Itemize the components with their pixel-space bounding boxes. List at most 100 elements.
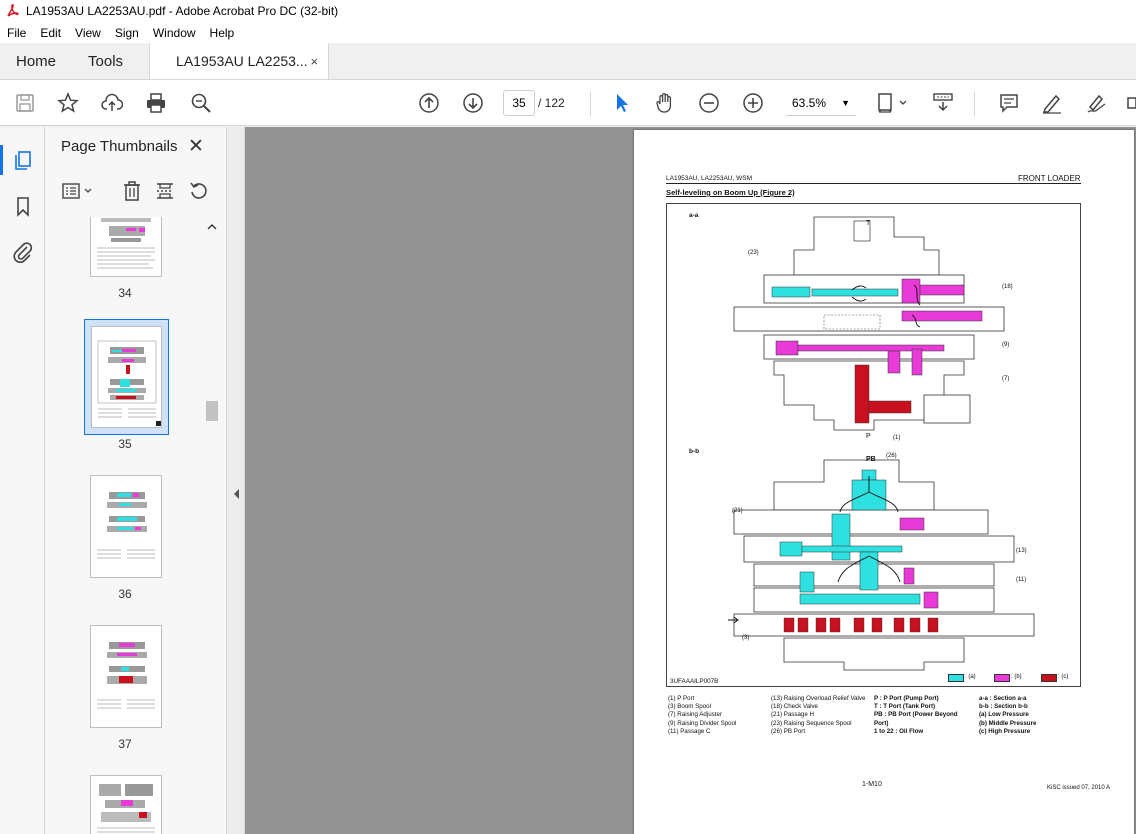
page-fit-icon[interactable]	[876, 92, 910, 114]
legend-item: T : T Port (Tank Port)	[874, 703, 936, 711]
callout-3: (3)	[742, 635, 750, 641]
zoom-search-icon[interactable]	[190, 92, 212, 114]
save-icon[interactable]	[14, 92, 36, 114]
legend-swatch-high	[1041, 674, 1057, 682]
sign-pen-icon[interactable]	[1085, 92, 1107, 114]
menu-sign[interactable]: Sign	[108, 26, 146, 40]
collapse-left-icon[interactable]	[232, 488, 240, 500]
upload-cloud-icon[interactable]	[101, 92, 123, 114]
thumbnail-scrollbar[interactable]	[205, 217, 219, 834]
legend-key-c: : (c)	[1058, 674, 1069, 680]
menu-file[interactable]: File	[0, 26, 33, 40]
title-bar: LA1953AU LA2253AU.pdf - Adobe Acrobat Pr…	[0, 0, 1136, 22]
tab-document-label: LA1953AU LA2253...	[176, 53, 308, 69]
page-thumbnails-icon[interactable]	[12, 149, 34, 171]
highlight-pen-icon[interactable]	[1041, 92, 1063, 114]
legend-swatch-middle	[994, 674, 1010, 682]
toolbar-separator	[590, 92, 591, 116]
legend-item: (c) High Pressure	[979, 727, 1031, 735]
section-bb-label: b-b	[689, 448, 700, 455]
page-total: / 122	[538, 96, 565, 110]
callout-9: (9)	[1002, 342, 1010, 348]
thumbnail-label: 36	[118, 587, 132, 601]
next-page-icon[interactable]	[462, 92, 484, 114]
callout-18: (18)	[1002, 284, 1013, 290]
thumbnail-list: 34 35 36 37	[45, 217, 205, 834]
legend-key-a: : (a)	[965, 674, 976, 680]
legend-item: Port)	[874, 719, 889, 727]
panel-collapse-strip[interactable]	[227, 127, 245, 834]
callout-7: (7)	[1002, 376, 1010, 382]
rotate-icon[interactable]	[188, 180, 210, 202]
tab-document[interactable]: LA1953AU LA2253... ×	[149, 43, 330, 79]
legend-item: (23) Raising Sequence Spool	[771, 719, 852, 727]
legend-item: (11) Passage C	[668, 727, 711, 735]
thumbnail-image	[97, 784, 155, 833]
tab-home[interactable]: Home	[0, 43, 72, 79]
tab-bar: Home Tools LA1953AU LA2253... ×	[0, 43, 1136, 80]
hand-tool-icon[interactable]	[654, 92, 676, 114]
tab-tools[interactable]: Tools	[72, 43, 139, 79]
acrobat-icon	[7, 4, 19, 17]
select-cursor-icon[interactable]	[611, 92, 633, 114]
thumbnail-page-37[interactable]	[90, 625, 162, 728]
delete-icon[interactable]	[121, 180, 143, 202]
thumbnail-page-38[interactable]	[90, 775, 162, 834]
zoom-select[interactable]: 63.5% ▼	[786, 90, 856, 116]
legend-item: (21) Passage H	[771, 711, 814, 719]
zoom-in-icon[interactable]	[742, 92, 764, 114]
scroll-up-icon[interactable]	[207, 223, 217, 231]
thumbnail-page-34[interactable]	[90, 217, 162, 277]
extract-pages-icon[interactable]	[154, 180, 176, 202]
port-p-label: P	[866, 433, 871, 440]
callout-11: (11)	[1016, 577, 1027, 583]
panel-title: Page Thumbnails	[61, 138, 178, 155]
page-footer-number: 1-M10	[862, 781, 882, 788]
star-icon[interactable]	[57, 92, 79, 114]
legend-item: (7) Raising Adjuster	[668, 711, 722, 719]
thumbnail-page-35[interactable]	[91, 326, 162, 428]
document-viewer[interactable]: LA1953AU, LA2253AU, WSM FRONT LOADER Sel…	[245, 127, 1136, 834]
menu-window[interactable]: Window	[146, 26, 203, 40]
more-tools-icon[interactable]	[1124, 92, 1136, 114]
thumbnails-panel: Page Thumbnails ✕ 34 35 36 37	[45, 127, 227, 834]
legend-item: (3) Boom Spool	[668, 703, 711, 711]
toolbar	[0, 80, 1136, 126]
scrollbar-thumb[interactable]	[206, 401, 218, 421]
section-title: Self-leveling on Boom Up (Figure 2)	[666, 188, 795, 197]
thumbnail-image	[97, 642, 155, 709]
thumbnail-image	[97, 218, 155, 269]
legend-key-b: : (b)	[1011, 674, 1022, 680]
legend-item: (1) P Port	[668, 695, 695, 702]
legend-column-4: a-a : Section a-a b-b : Section b-b (a) …	[979, 695, 1036, 736]
tab-close-icon[interactable]: ×	[310, 54, 318, 69]
menu-edit[interactable]: Edit	[33, 26, 68, 40]
legend-column-3: P : P Port (Pump Port) T : T Port (Tank …	[874, 695, 958, 736]
left-rail	[0, 127, 45, 834]
menu-bar: File Edit View Sign Window Help	[0, 22, 1136, 43]
thumbnail-page-36[interactable]	[90, 475, 162, 578]
legend-column-2: (13) Raising Overload Relief Valve (18) …	[771, 695, 865, 736]
scroll-mode-icon[interactable]	[932, 92, 954, 114]
legend-item: (a) Low Pressure	[979, 711, 1029, 719]
valve-section-aa-diagram	[733, 216, 1005, 431]
menu-view[interactable]: View	[68, 26, 108, 40]
zoom-out-icon[interactable]	[698, 92, 720, 114]
port-pb-label: PB	[866, 456, 876, 463]
thumbnail-label: 37	[118, 737, 132, 751]
legend-item: (18) Check Valve	[771, 703, 818, 711]
print-icon[interactable]	[145, 92, 167, 114]
panel-toolbar	[45, 171, 227, 211]
comment-icon[interactable]	[998, 92, 1020, 114]
legend-item: PB : PB Port (Power Beyond	[874, 711, 958, 719]
thumbnail-options-icon[interactable]	[61, 180, 95, 202]
close-icon[interactable]: ✕	[188, 135, 204, 158]
page-number-input[interactable]: 35	[503, 90, 535, 116]
page-footer-issue: KiSC issued 07, 2010 A	[1047, 785, 1111, 791]
bookmark-icon[interactable]	[12, 195, 34, 217]
attachment-icon[interactable]	[12, 241, 34, 263]
previous-page-icon[interactable]	[418, 92, 440, 114]
section-aa-label: a-a	[689, 212, 699, 219]
menu-help[interactable]: Help	[203, 26, 242, 40]
legend-column-1: (1) P Port (3) Boom Spool (7) Raising Ad…	[668, 695, 736, 736]
